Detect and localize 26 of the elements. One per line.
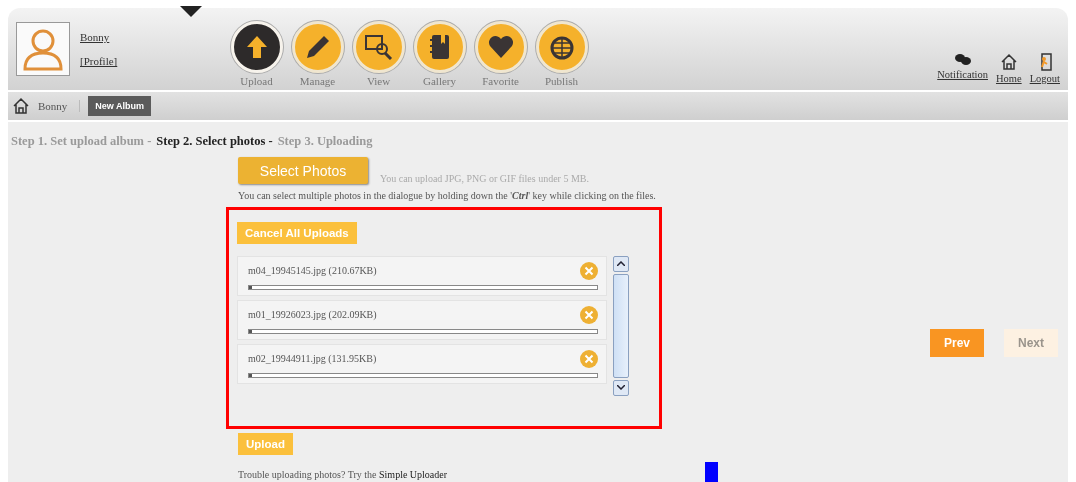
step-label: Step 3. Uploading [277,134,373,149]
cancel-all-button[interactable]: Cancel All Uploads [237,221,357,244]
prev-button[interactable]: Prev [930,329,984,357]
multi-select-hint: You can select multiple photos in the dialogue by holding down the 'Ctrl' key while clicking on the files. [238,190,657,203]
file-name: m01_19926023.jpg (202.09KB) [248,309,377,320]
nav-label[interactable]: Upload [240,75,273,87]
new-album-button[interactable]: New Album [88,96,151,116]
nav-label[interactable]: Publish [545,75,578,87]
nav-label[interactable]: Favorite [482,75,519,87]
top-link[interactable]: Home [996,73,1022,84]
breadcrumb-text[interactable]: Bonny [38,100,81,112]
file-name: m02_19944911.jpg (131.95KB) [248,353,377,364]
simple-uploader-link[interactable]: Simple Uploader [379,468,448,480]
upload-button[interactable]: Upload [238,432,293,455]
step-label: Step 2. Select photos - [156,134,273,149]
nav-label[interactable]: Manage [299,75,336,87]
step-label: Step 1. Set upload album - [11,134,152,149]
top-link[interactable]: Logout [1029,73,1060,84]
file-name: m04_19945145.jpg (210.67KB) [248,265,377,276]
username-link[interactable]: Bonny [80,31,220,43]
nav-label[interactable]: View [366,75,391,87]
profile-link[interactable]: [Profile] [80,55,220,67]
trouble-text: Trouble uploading photos? Try the Simple Uploader [238,468,448,480]
select-photos-button[interactable]: Select Photos [238,157,368,184]
top-link[interactable]: Notification [937,69,988,80]
nav-label[interactable]: Gallery [423,75,456,87]
